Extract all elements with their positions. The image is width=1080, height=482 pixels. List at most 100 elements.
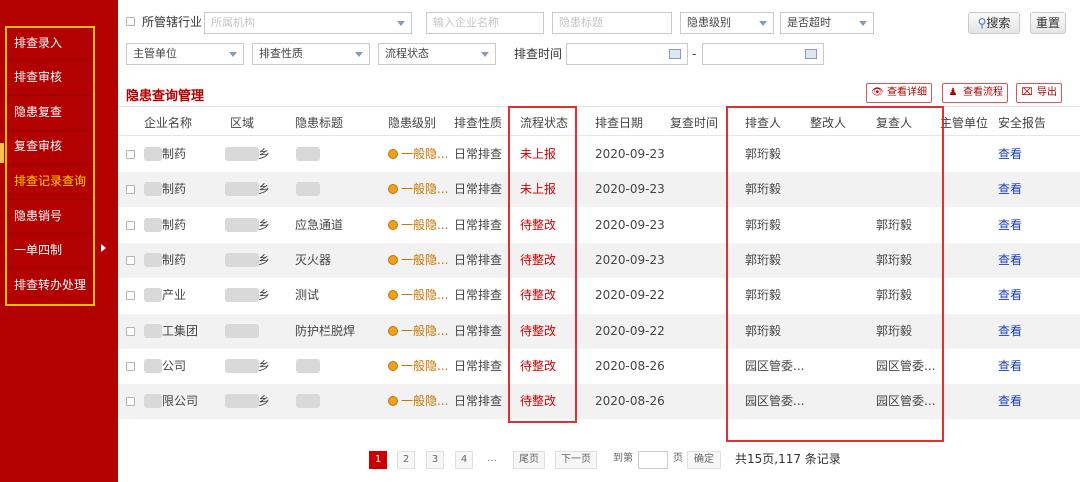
page-title: 隐患查询管理 xyxy=(126,89,205,104)
page-3-button[interactable]: 3 xyxy=(426,451,444,469)
submenu-arrow-icon[interactable] xyxy=(101,244,106,252)
chevron-down-icon xyxy=(229,52,237,57)
view-detail-button[interactable]: 👁 查看详细 xyxy=(866,83,932,103)
level-text: 一般隐... xyxy=(401,394,449,409)
row-checkbox[interactable] xyxy=(126,150,135,159)
search-label: 搜索 xyxy=(986,16,1011,30)
sidebar-item-hazard-recheck[interactable]: 隐患复查 xyxy=(14,101,62,123)
row-checkbox[interactable] xyxy=(126,397,135,407)
sidebar-notch xyxy=(0,143,4,163)
cell-company: 制药 xyxy=(162,217,187,232)
start-date-input[interactable] xyxy=(566,43,688,65)
sidebar: 排查录入 排查审核 隐患复查 复查审核 排查记录查询 隐患销号 一单四制 排查转… xyxy=(0,0,118,482)
level-dot-icon xyxy=(388,149,398,159)
cell-title: 灭火器 xyxy=(295,252,332,267)
next-page-button[interactable]: 下一页 xyxy=(555,451,597,469)
chevron-down-icon xyxy=(759,21,767,26)
nature-value: 排查性质 xyxy=(259,47,303,60)
redacted-patch xyxy=(296,394,320,409)
cell-nature: 日常排查 xyxy=(454,323,503,338)
cell-company: 限公司 xyxy=(162,394,199,409)
users-icon: ♟ xyxy=(948,87,958,98)
cell-report[interactable]: 查看 xyxy=(998,137,1022,172)
sidebar-item-pc-entry[interactable]: 排查录入 xyxy=(14,32,62,54)
redacted-patch xyxy=(225,217,259,232)
redacted-patch xyxy=(144,358,162,373)
level-dot-icon xyxy=(388,396,398,407)
calendar-icon[interactable] xyxy=(669,49,681,59)
cell-report[interactable]: 查看 xyxy=(998,208,1022,243)
dept-select[interactable]: 主管单位 xyxy=(126,43,244,65)
export-label: 导出 xyxy=(1037,87,1057,98)
nature-select[interactable]: 排查性质 xyxy=(252,43,370,65)
level-dot-icon xyxy=(388,254,398,265)
col-nature: 排查性质 xyxy=(454,116,503,130)
page-4-button[interactable]: 4 xyxy=(455,451,473,469)
hazard-title-input[interactable]: 隐患标题 xyxy=(552,12,672,34)
cell-area: 乡 xyxy=(258,288,271,303)
level-text: 一般隐... xyxy=(401,323,449,338)
chevron-down-icon xyxy=(355,52,363,57)
view-flow-button[interactable]: ♟ 查看流程 xyxy=(942,83,1008,103)
redacted-patch xyxy=(144,394,162,409)
calendar-icon[interactable] xyxy=(805,49,817,59)
eye-icon: 👁 xyxy=(871,87,884,98)
row-checkbox[interactable] xyxy=(126,220,135,230)
cell-level: 一般隐... xyxy=(388,137,448,172)
sidebar-item-hazard-close[interactable]: 隐患销号 xyxy=(14,205,62,227)
redacted-patch xyxy=(144,217,162,232)
hazard-level-select[interactable]: 隐患级别 xyxy=(680,12,774,34)
sidebar-item-record-query[interactable]: 排查记录查询 xyxy=(14,170,86,192)
page-1-button[interactable]: 1 xyxy=(369,451,387,469)
overtime-select[interactable]: 是否超时 xyxy=(780,12,874,34)
end-date-input[interactable] xyxy=(702,43,824,65)
page-number-input[interactable] xyxy=(638,451,668,469)
cell-area: 乡 xyxy=(258,394,271,409)
level-dot-icon xyxy=(388,325,398,336)
row-checkbox[interactable] xyxy=(126,361,135,371)
row-checkbox[interactable] xyxy=(126,326,135,336)
menu-divider xyxy=(8,268,92,269)
sidebar-item-one-order-four[interactable]: 一单四制 xyxy=(14,239,62,261)
cell-date: 2020-09-23 xyxy=(595,217,665,232)
cell-report[interactable]: 查看 xyxy=(998,243,1022,278)
cell-company: 工集团 xyxy=(162,323,199,338)
redacted-patch xyxy=(144,288,162,303)
menu-divider xyxy=(8,199,92,200)
sidebar-item-recheck-review[interactable]: 复查审核 xyxy=(14,135,62,157)
company-input[interactable]: 输入企业名称 xyxy=(426,12,544,34)
sidebar-item-pc-review[interactable]: 排查审核 xyxy=(14,66,62,88)
org-select[interactable]: 所属机构 xyxy=(204,12,412,34)
cell-report[interactable]: 查看 xyxy=(998,314,1022,349)
confirm-page-button[interactable]: 确定 xyxy=(687,451,721,469)
cell-company: 制药 xyxy=(162,182,187,197)
cell-report[interactable]: 查看 xyxy=(998,172,1022,207)
redacted-patch xyxy=(296,358,320,373)
cell-date: 2020-09-23 xyxy=(595,252,665,267)
redacted-patch xyxy=(225,147,259,161)
date-separator: - xyxy=(692,47,697,61)
menu-divider xyxy=(8,130,92,131)
dept-value: 主管单位 xyxy=(133,47,177,60)
industry-checkbox[interactable] xyxy=(126,17,135,26)
row-checkbox[interactable] xyxy=(126,185,135,195)
search-button[interactable]: ⚲搜索 xyxy=(968,12,1020,34)
cell-level: 一般隐... xyxy=(388,208,448,243)
cell-report[interactable]: 查看 xyxy=(998,349,1022,384)
row-checkbox[interactable] xyxy=(126,255,135,265)
export-button[interactable]: ⌧ 导出 xyxy=(1016,83,1062,103)
flow-state-select[interactable]: 流程状态 xyxy=(378,43,496,65)
cell-report[interactable]: 查看 xyxy=(998,384,1022,419)
reset-button[interactable]: 重置 xyxy=(1030,12,1066,34)
col-title: 隐患标题 xyxy=(295,116,344,130)
cell-title: 防护栏脱焊 xyxy=(295,323,356,338)
row-checkbox[interactable] xyxy=(126,291,135,301)
chevron-down-icon xyxy=(859,21,867,26)
level-text: 一般隐... xyxy=(401,147,449,161)
cell-date: 2020-09-23 xyxy=(595,147,665,161)
last-page-button[interactable]: 尾页 xyxy=(513,451,545,469)
cell-report[interactable]: 查看 xyxy=(998,278,1022,313)
page-2-button[interactable]: 2 xyxy=(397,451,415,469)
sidebar-item-transfer[interactable]: 排查转办处理 xyxy=(14,274,86,296)
hazard-title-placeholder: 隐患标题 xyxy=(559,16,603,29)
